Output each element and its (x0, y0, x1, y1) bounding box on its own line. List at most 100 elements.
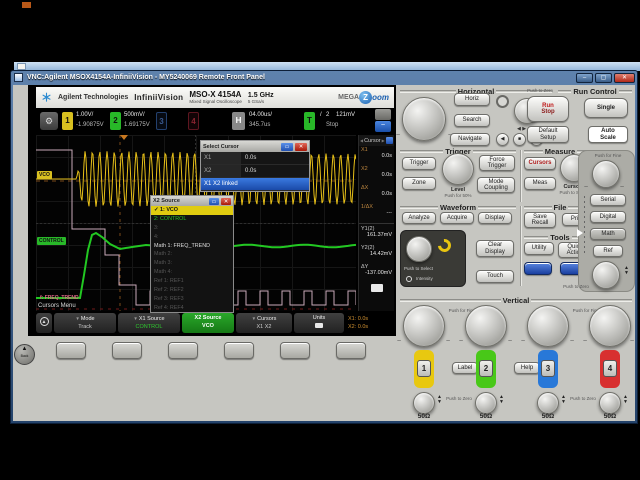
ch2-badge[interactable]: 2 (110, 112, 121, 130)
ch4-button[interactable]: 4 (603, 360, 617, 377)
menu-item-ref3[interactable]: Ref 3: REF3 (151, 295, 233, 304)
maximize-button[interactable]: ▢ (595, 72, 612, 83)
menu-item-ch4[interactable]: 4: (151, 233, 233, 242)
help-button[interactable]: Help (514, 362, 540, 374)
menu-item-control[interactable]: 2: CONTROL (151, 215, 233, 224)
ch3-button[interactable]: 3 (541, 360, 555, 377)
label-button[interactable]: Label (452, 362, 478, 374)
cursors-button[interactable]: Cursors (524, 157, 556, 170)
menu-item-vco[interactable]: ✓ 1: VCO (151, 206, 233, 215)
dialog-row-linked[interactable]: X1 X2 linked (201, 178, 309, 191)
menu-pin-button[interactable]: ▭ (209, 197, 219, 205)
dialog-row-x2[interactable]: X2 0.0s (201, 165, 309, 178)
save-recall-button[interactable]: Save Recall (524, 212, 556, 228)
acquire-button[interactable]: Acquire (440, 212, 474, 224)
default-setup-button[interactable]: Default Setup (527, 126, 569, 143)
menu-item-math3[interactable]: Math 3: (151, 259, 233, 268)
softkey-cursors[interactable]: ▼Cursors X1 X2 (236, 313, 292, 333)
aux-offset-knob[interactable] (592, 261, 620, 289)
softkey-mode[interactable]: ▼Mode Track (54, 313, 116, 333)
run-stop-button[interactable]: Run Stop (527, 96, 569, 122)
hw-back-button[interactable]: ▲ Back (14, 344, 35, 365)
ch1-button[interactable]: 1 (417, 360, 431, 377)
dialog-titlebar[interactable]: Select Cursor ▭ ✕ (201, 141, 309, 152)
clear-display-button[interactable]: Clear Display (476, 240, 514, 257)
math-button[interactable]: Math (590, 228, 626, 240)
menu-item-ch3[interactable]: 3: (151, 224, 233, 233)
dialog-pin-button[interactable]: ▭ (281, 142, 293, 151)
gear-icon[interactable]: ⚙ (40, 112, 58, 130)
aux-scale-knob[interactable] (592, 160, 620, 188)
ch1-ground-label[interactable]: VCO (37, 171, 52, 179)
force-trigger-button[interactable]: Force Trigger (479, 155, 515, 171)
window-titlebar[interactable]: VNC:Agilent MSOX4154A-InfiniiVision - MY… (10, 70, 638, 85)
navigate-button[interactable]: Navigate (450, 133, 490, 146)
hw-softkey-6[interactable] (336, 342, 366, 359)
chevron-right-icon[interactable]: ▶ (382, 138, 385, 143)
trigger-button[interactable]: Trigger (402, 157, 436, 170)
ch3-badge[interactable]: 3 (156, 112, 167, 130)
digital-button[interactable]: Digital (590, 211, 626, 223)
cursor-sidebar-menu-button[interactable] (385, 137, 393, 144)
horizontal-badge[interactable]: H (232, 112, 245, 130)
ch1-badge[interactable]: 1 (62, 112, 73, 130)
dialog-row-x1[interactable]: X1 0.0s (201, 152, 309, 165)
trigger-badge[interactable]: T (304, 112, 315, 130)
ch1-offset-knob[interactable] (413, 392, 435, 414)
touch-button[interactable]: Touch (476, 270, 514, 283)
waveform-intensity-button[interactable]: ~ (375, 121, 391, 132)
ch4-badge[interactable]: 4 (188, 112, 199, 130)
utility-button[interactable]: Utility (524, 242, 554, 255)
ch4-scale-knob[interactable] (589, 305, 631, 347)
ch2-ground-label[interactable]: CONTROL (37, 237, 66, 245)
ch3-scale-knob[interactable] (527, 305, 569, 347)
nav-back-button[interactable]: ◀ (496, 133, 509, 146)
menu-titlebar[interactable]: X2 Source ▭ ✕ (151, 196, 233, 206)
menu-item-math1[interactable]: Math 1: FREQ_TREND (151, 242, 233, 251)
ch2-button[interactable]: 2 (479, 360, 493, 377)
analyze-button[interactable]: Analyze (402, 212, 436, 224)
math-trace-label[interactable]: f: FREQ_TREND (40, 295, 79, 301)
horiz-button[interactable]: Horiz (454, 93, 490, 106)
hw-softkey-1[interactable] (56, 342, 86, 359)
sidebar-toggle-button[interactable] (375, 109, 391, 120)
ch1-scale-knob[interactable] (403, 305, 445, 347)
menu-item-ref1[interactable]: Ref 1: REF1 (151, 277, 233, 286)
trigger-position-marker[interactable] (120, 135, 128, 140)
single-button[interactable]: Single (584, 98, 628, 118)
hw-softkey-3[interactable] (168, 342, 198, 359)
softkey-units[interactable]: Units (294, 313, 344, 333)
menu-item-ref4[interactable]: Ref 4: REF4 (151, 304, 233, 313)
intensity-knob[interactable] (406, 236, 432, 262)
ch2-scale-knob[interactable] (465, 305, 507, 347)
mode-coupling-button[interactable]: Mode Coupling (477, 177, 515, 193)
blue-button-left[interactable] (524, 262, 552, 275)
minimize-button[interactable]: – (576, 72, 593, 83)
search-button[interactable]: Search (454, 114, 490, 127)
zone-button[interactable]: Zone (402, 177, 436, 190)
serial-button[interactable]: Serial (590, 194, 626, 206)
nav-stop-button[interactable]: ■ (513, 133, 526, 146)
chevron-left-icon[interactable]: ◀ (360, 138, 363, 143)
ch3-offset-knob[interactable] (537, 392, 559, 414)
hw-softkey-2[interactable] (112, 342, 142, 359)
hw-softkey-5[interactable] (280, 342, 310, 359)
ch4-offset-knob[interactable] (599, 392, 621, 414)
ch2-offset-knob[interactable] (475, 392, 497, 414)
keypad-icon[interactable] (370, 284, 383, 292)
cursor-sidebar-header[interactable]: ◀ Cursor ▶ (359, 135, 394, 146)
hw-softkey-4[interactable] (224, 342, 254, 359)
menu-close-button[interactable]: ✕ (221, 197, 231, 205)
horizontal-scale-knob[interactable] (402, 97, 446, 141)
menu-item-math4[interactable]: Math 4: (151, 268, 233, 277)
menu-item-math2[interactable]: Math 2: (151, 250, 233, 259)
ref-button[interactable]: Ref (593, 245, 623, 257)
display-button[interactable]: Display (478, 212, 512, 224)
menu-item-ref2[interactable]: Ref 2: REF2 (151, 286, 233, 295)
softkey-back-button[interactable]: ▲ (36, 313, 52, 333)
softkey-x1-source[interactable]: ▼X1 Source CONTROL (118, 313, 180, 333)
softkey-x2-source[interactable]: X2 Source VCO (182, 313, 234, 333)
auto-scale-button[interactable]: Auto Scale (588, 126, 628, 143)
dialog-close-button[interactable]: ✕ (295, 142, 307, 151)
trigger-level-knob[interactable] (442, 153, 474, 185)
